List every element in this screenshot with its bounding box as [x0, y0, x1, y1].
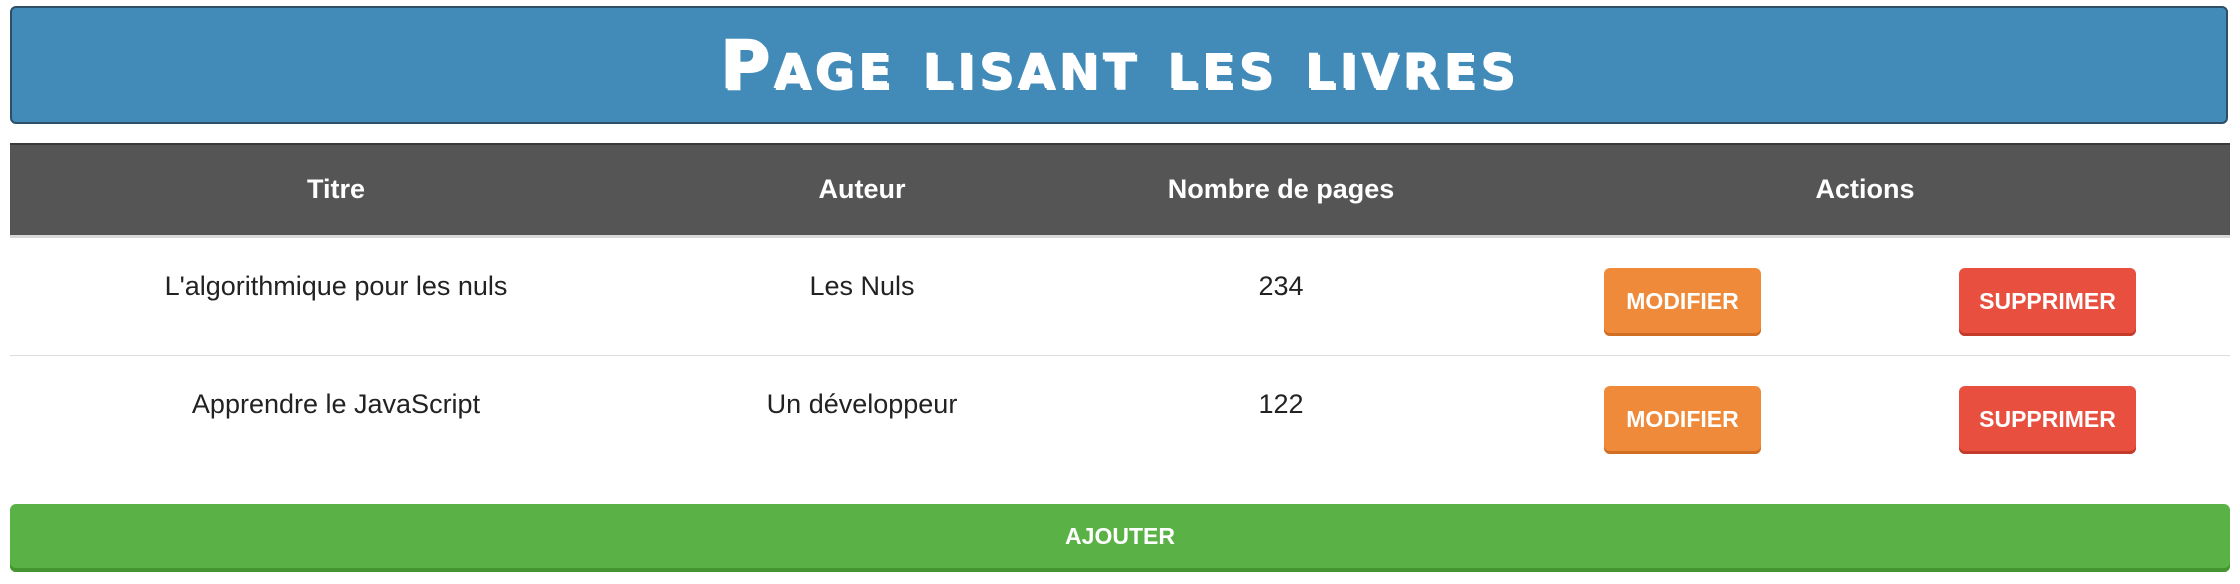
book-pages-cell: 234: [1062, 236, 1500, 356]
book-pages-cell: 122: [1062, 355, 1500, 473]
page: Page lisant les livres Titre Auteur Nomb…: [0, 0, 2240, 584]
column-header-title: Titre: [10, 143, 662, 238]
column-header-actions: Actions: [1500, 143, 2231, 238]
book-title: L'algorithmique pour les nuls: [164, 270, 508, 301]
table-row: L'algorithmique pour les nuls Les Nuls 2…: [10, 236, 2231, 356]
book-author: Un développeur: [766, 388, 958, 419]
column-header-author: Auteur: [662, 143, 1062, 238]
book-author-cell: Les Nuls: [662, 236, 1062, 356]
delete-cell: Supprimer: [1865, 236, 2231, 356]
delete-button[interactable]: Supprimer: [1959, 386, 2136, 454]
add-button[interactable]: Ajouter: [10, 504, 2230, 572]
edit-cell: Modifier: [1500, 236, 1865, 356]
delete-cell: Supprimer: [1865, 355, 2230, 473]
edit-cell: Modifier: [1500, 355, 1865, 473]
books-table: Titre Auteur Nombre de pages Actions L'a…: [10, 143, 2231, 473]
table-row: Apprendre le JavaScript Un développeur 1…: [10, 355, 2230, 473]
page-title: Page lisant les livres: [719, 25, 1519, 105]
table-header-row: Titre Auteur Nombre de pages Actions: [10, 143, 2231, 238]
book-title: Apprendre le JavaScript: [191, 388, 481, 419]
book-author: Les Nuls: [809, 270, 915, 301]
book-pages: 234: [1258, 270, 1304, 301]
delete-button[interactable]: Supprimer: [1959, 268, 2136, 336]
book-pages: 122: [1258, 388, 1304, 419]
column-header-pages: Nombre de pages: [1062, 143, 1500, 238]
book-title-cell: Apprendre le JavaScript: [10, 355, 662, 473]
book-author-cell: Un développeur: [662, 355, 1062, 473]
edit-button[interactable]: Modifier: [1604, 268, 1761, 336]
book-title-cell: L'algorithmique pour les nuls: [10, 236, 662, 356]
page-header: Page lisant les livres: [10, 6, 2228, 124]
edit-button[interactable]: Modifier: [1604, 386, 1761, 454]
